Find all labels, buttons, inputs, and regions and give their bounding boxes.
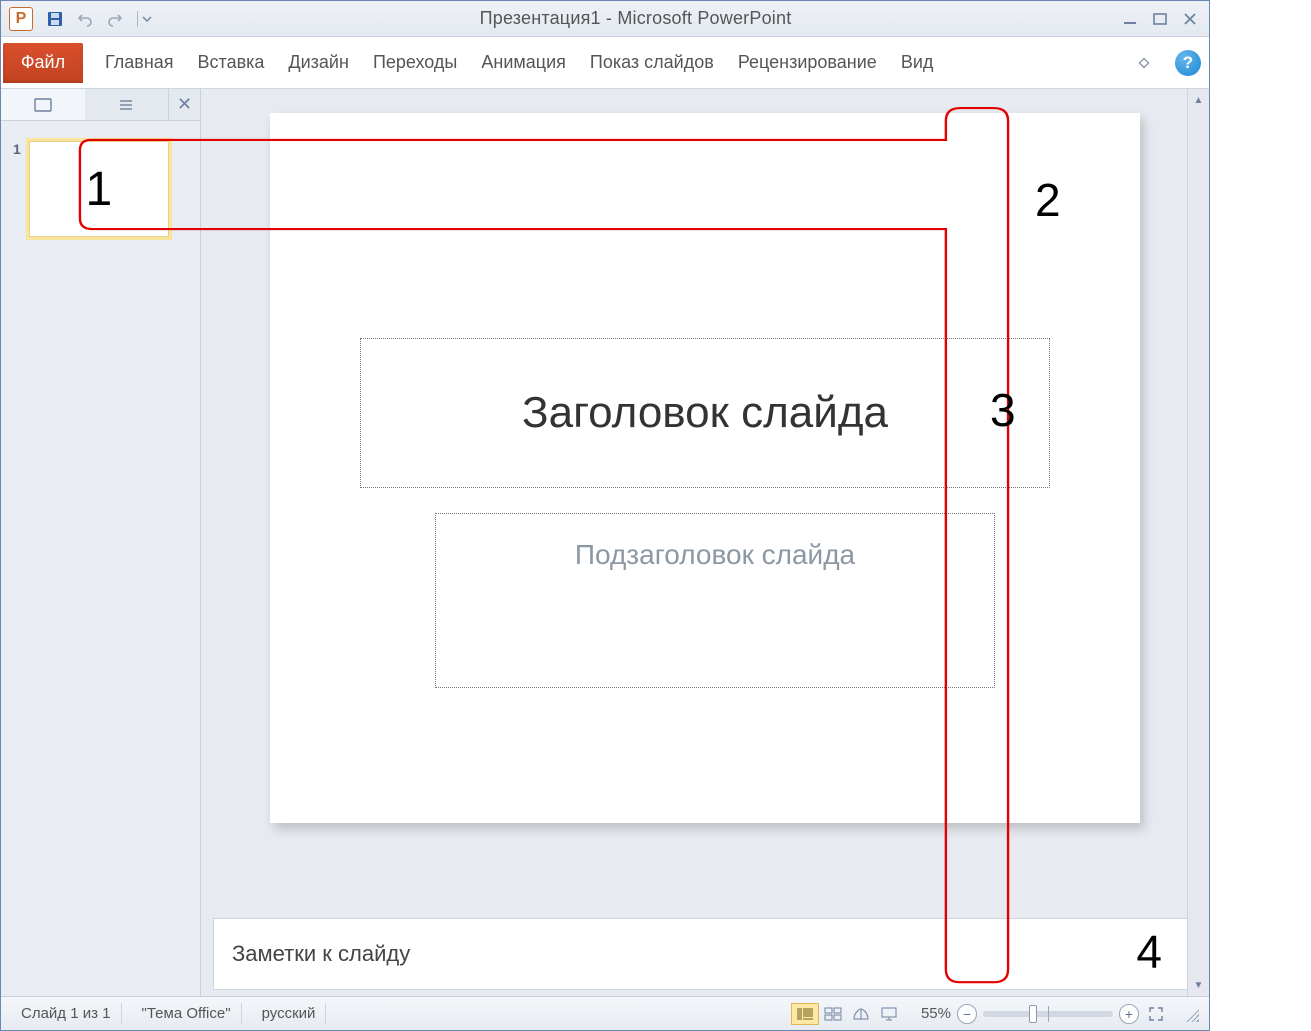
outline-tab-icon[interactable] bbox=[85, 89, 169, 120]
minimize-icon[interactable] bbox=[1119, 10, 1141, 28]
thumbnail-list: 1 1 bbox=[1, 121, 200, 257]
fit-to-window-icon[interactable] bbox=[1145, 1003, 1167, 1025]
redo-icon[interactable] bbox=[103, 7, 127, 31]
language-indicator[interactable]: русский bbox=[252, 1003, 327, 1024]
title-bar: P Презентация1 - Microsoft PowerPoint bbox=[1, 1, 1209, 37]
slides-tab-icon[interactable] bbox=[1, 89, 85, 120]
slides-panel: ✕ 1 1 bbox=[1, 89, 201, 996]
status-bar: Слайд 1 из 1 "Тема Office" русский 55% −… bbox=[1, 996, 1209, 1030]
vertical-scrollbar[interactable]: ▲ ▼ bbox=[1187, 89, 1209, 996]
view-buttons bbox=[791, 1003, 903, 1025]
slide-thumbnail[interactable]: 1 bbox=[29, 141, 169, 237]
zoom-in-icon[interactable]: + bbox=[1119, 1004, 1139, 1024]
workspace: ✕ 1 1 2 Заголовок слайда 3 Подзаголовок bbox=[1, 89, 1209, 996]
close-icon[interactable] bbox=[1179, 10, 1201, 28]
subtitle-placeholder-text: Подзаголовок слайда bbox=[575, 539, 855, 571]
qat-customize-icon[interactable] bbox=[137, 11, 152, 27]
notes-placeholder: Заметки к слайду bbox=[232, 941, 410, 967]
ribbon-tab-animation[interactable]: Анимация bbox=[479, 48, 568, 77]
ribbon-tab-home[interactable]: Главная bbox=[103, 48, 176, 77]
slide-canvas[interactable]: 2 Заголовок слайда 3 Подзаголовок слайда bbox=[270, 113, 1140, 823]
ribbon: Файл Главная Вставка Дизайн Переходы Ани… bbox=[1, 37, 1209, 89]
zoom-slider[interactable] bbox=[983, 1011, 1113, 1017]
scroll-track[interactable] bbox=[1188, 111, 1209, 974]
slideshow-view-icon[interactable] bbox=[875, 1003, 903, 1025]
annotation-label: 2 bbox=[1035, 173, 1061, 227]
app-window: P Презентация1 - Microsoft PowerPoint bbox=[0, 0, 1210, 1031]
notes-pane[interactable]: Заметки к слайду 4 bbox=[213, 918, 1193, 990]
normal-view-icon[interactable] bbox=[791, 1003, 819, 1025]
zoom-group: 55% − + bbox=[921, 1003, 1167, 1025]
annotation-label: 1 bbox=[30, 142, 168, 236]
save-icon[interactable] bbox=[43, 7, 67, 31]
ribbon-tab-view[interactable]: Вид bbox=[899, 48, 936, 77]
title-placeholder[interactable]: Заголовок слайда bbox=[360, 338, 1050, 488]
help-icon[interactable]: ? bbox=[1175, 50, 1201, 76]
title-placeholder-text: Заголовок слайда bbox=[522, 388, 888, 438]
ribbon-tab-design[interactable]: Дизайн bbox=[286, 48, 351, 77]
panel-close-icon[interactable]: ✕ bbox=[168, 89, 200, 120]
zoom-value[interactable]: 55% bbox=[921, 1005, 951, 1022]
slides-panel-tabs: ✕ bbox=[1, 89, 200, 121]
maximize-icon[interactable] bbox=[1149, 10, 1171, 28]
annotation-label: 4 bbox=[1136, 924, 1162, 978]
ribbon-tab-file[interactable]: Файл bbox=[3, 43, 83, 83]
zoom-slider-handle[interactable] bbox=[1029, 1005, 1037, 1023]
ribbon-tab-insert[interactable]: Вставка bbox=[196, 48, 267, 77]
ribbon-tab-slideshow[interactable]: Показ слайдов bbox=[588, 48, 716, 77]
scroll-down-icon[interactable]: ▼ bbox=[1188, 974, 1209, 996]
app-icon: P bbox=[9, 7, 33, 31]
window-controls bbox=[1119, 10, 1201, 28]
undo-icon[interactable] bbox=[73, 7, 97, 31]
slide-counter: Слайд 1 из 1 bbox=[11, 1003, 122, 1024]
ribbon-tab-transitions[interactable]: Переходы bbox=[371, 48, 459, 77]
subtitle-placeholder[interactable]: Подзаголовок слайда bbox=[435, 513, 995, 688]
editor-column: 2 Заголовок слайда 3 Подзаголовок слайда… bbox=[201, 89, 1209, 996]
slide-sorter-view-icon[interactable] bbox=[819, 1003, 847, 1025]
resize-grip-icon[interactable] bbox=[1183, 1006, 1199, 1022]
ribbon-collapse-icon[interactable] bbox=[1133, 52, 1155, 74]
slide-editor: 2 Заголовок слайда 3 Подзаголовок слайда bbox=[201, 89, 1209, 912]
ribbon-tab-review[interactable]: Рецензирование bbox=[736, 48, 879, 77]
thumbnail-index: 1 bbox=[13, 141, 21, 157]
quick-access-toolbar bbox=[43, 7, 152, 31]
theme-name: "Тема Office" bbox=[132, 1003, 242, 1024]
scroll-up-icon[interactable]: ▲ bbox=[1188, 89, 1209, 111]
zoom-out-icon[interactable]: − bbox=[957, 1004, 977, 1024]
reading-view-icon[interactable] bbox=[847, 1003, 875, 1025]
window-title: Презентация1 - Microsoft PowerPoint bbox=[152, 8, 1119, 29]
